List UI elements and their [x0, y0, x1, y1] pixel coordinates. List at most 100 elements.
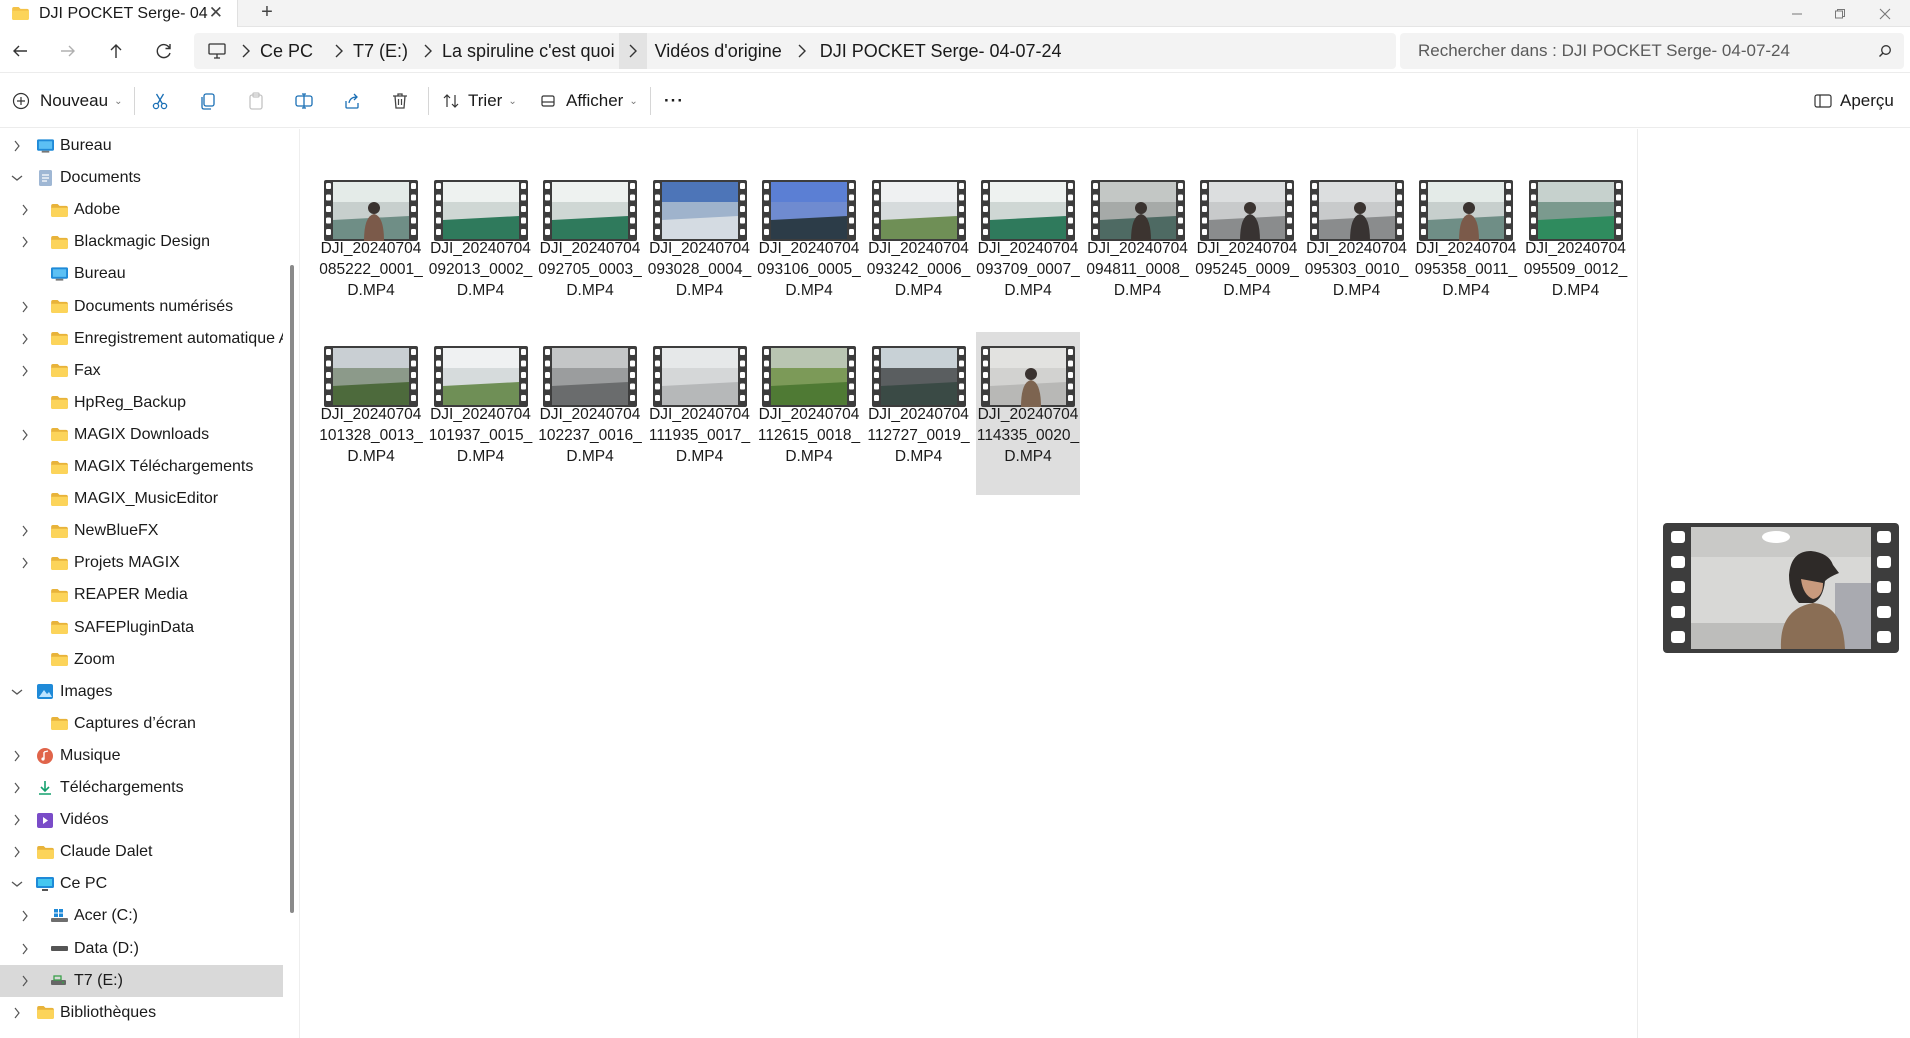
nav-item[interactable]: MAGIX Downloads: [0, 419, 283, 451]
nav-item[interactable]: T7 (E:): [0, 964, 283, 997]
nav-item[interactable]: NewBlueFX: [0, 515, 283, 547]
breadcrumb-videos-origine[interactable]: Vidéos d'origine: [655, 41, 782, 62]
expand-toggle[interactable]: [8, 868, 26, 900]
close-window-button[interactable]: [1862, 0, 1908, 27]
nav-item[interactable]: Documents numérisés: [0, 291, 283, 323]
address-bar[interactable]: Ce PC T7 (E:) La spiruline c'est quoi Vi…: [194, 33, 1396, 69]
file-item[interactable]: DJI_20240704112727_0019_D.MP4: [867, 332, 971, 495]
expand-toggle[interactable]: [16, 483, 34, 515]
nav-item[interactable]: Acer (C:): [0, 900, 283, 932]
expand-toggle[interactable]: [16, 387, 34, 419]
nav-item[interactable]: Musique: [0, 740, 283, 772]
expand-toggle[interactable]: [16, 258, 34, 290]
breadcrumb-separator[interactable]: [325, 33, 353, 69]
nav-item[interactable]: REAPER Media: [0, 579, 283, 611]
expand-toggle[interactable]: [16, 515, 34, 547]
file-item[interactable]: DJI_20240704093709_0007_D.MP4: [976, 166, 1080, 329]
expand-toggle[interactable]: [8, 130, 26, 162]
pc-icon[interactable]: [208, 43, 226, 59]
minimize-button[interactable]: [1774, 0, 1820, 27]
nav-item[interactable]: HpReg_Backup: [0, 387, 283, 419]
nav-item[interactable]: Images: [0, 676, 283, 708]
nav-item[interactable]: Vidéos: [0, 804, 283, 836]
file-item[interactable]: DJI_20240704112615_0018_D.MP4: [757, 332, 861, 495]
delete-button[interactable]: [390, 88, 410, 114]
file-item[interactable]: DJI_20240704114335_0020_D.MP4: [976, 331, 1080, 495]
file-item[interactable]: DJI_20240704085222_0001_D.MP4: [319, 166, 423, 329]
expand-toggle[interactable]: [16, 194, 34, 226]
file-item[interactable]: DJI_20240704092013_0002_D.MP4: [429, 166, 533, 329]
expand-toggle[interactable]: [8, 740, 26, 772]
file-item[interactable]: DJI_20240704095509_0012_D.MP4: [1524, 166, 1628, 329]
expand-toggle[interactable]: [16, 644, 34, 676]
nav-item[interactable]: Téléchargements: [0, 772, 283, 804]
preview-divider[interactable]: [1637, 129, 1638, 1038]
file-item[interactable]: DJI_20240704092705_0003_D.MP4: [538, 166, 642, 329]
expand-toggle[interactable]: [16, 933, 34, 965]
expand-toggle[interactable]: [16, 226, 34, 258]
expand-toggle[interactable]: [16, 419, 34, 451]
nav-item[interactable]: Zoom: [0, 644, 283, 676]
preview-pane-button[interactable]: Aperçu: [1814, 88, 1894, 114]
file-item[interactable]: DJI_20240704093242_0006_D.MP4: [867, 166, 971, 329]
file-item[interactable]: DJI_20240704094811_0008_D.MP4: [1086, 166, 1190, 329]
expand-toggle[interactable]: [8, 804, 26, 836]
expand-toggle[interactable]: [8, 162, 26, 194]
expand-toggle[interactable]: [16, 965, 34, 997]
new-tab-button[interactable]: +: [254, 0, 280, 27]
file-item[interactable]: DJI_20240704101328_0013_D.MP4: [319, 332, 423, 495]
tab-current[interactable]: DJI POCKET Serge- 04 ✕: [0, 0, 238, 27]
breadcrumb-separator[interactable]: [232, 33, 260, 69]
new-button[interactable]: Nouveau ⌄: [12, 88, 122, 114]
expand-toggle[interactable]: [16, 612, 34, 644]
file-item[interactable]: DJI_20240704095358_0011_D.MP4: [1414, 166, 1518, 329]
nav-item[interactable]: Data (D:): [0, 933, 283, 965]
expand-toggle[interactable]: [16, 323, 34, 355]
file-item[interactable]: DJI_20240704093106_0005_D.MP4: [757, 166, 861, 329]
expand-toggle[interactable]: [8, 676, 26, 708]
file-item[interactable]: DJI_20240704095245_0009_D.MP4: [1195, 166, 1299, 329]
file-item[interactable]: DJI_20240704095303_0010_D.MP4: [1305, 166, 1409, 329]
nav-item[interactable]: Ce PC: [0, 868, 283, 900]
expand-toggle[interactable]: [16, 547, 34, 579]
nav-item[interactable]: Documents: [0, 162, 283, 194]
expand-toggle[interactable]: [16, 900, 34, 932]
view-button[interactable]: Afficher ⌄: [540, 88, 638, 114]
nav-item[interactable]: Fax: [0, 355, 283, 387]
search-icon[interactable]: [1878, 44, 1892, 58]
up-button[interactable]: [104, 39, 128, 63]
expand-toggle[interactable]: [16, 355, 34, 387]
navigation-scrollbar[interactable]: [290, 265, 294, 913]
search-input[interactable]: [1418, 33, 1858, 69]
nav-item[interactable]: Bibliothèques: [0, 997, 283, 1029]
forward-button[interactable]: [56, 39, 80, 63]
nav-item[interactable]: MAGIX_MusicEditor: [0, 483, 283, 515]
expand-toggle[interactable]: [8, 997, 26, 1029]
nav-item[interactable]: Bureau: [0, 258, 283, 290]
breadcrumb-separator[interactable]: [414, 33, 442, 69]
cut-button[interactable]: [150, 88, 170, 114]
breadcrumb-current-folder[interactable]: DJI POCKET Serge- 04-07-24: [820, 41, 1062, 62]
file-item[interactable]: DJI_20240704102237_0016_D.MP4: [538, 332, 642, 495]
breadcrumb-spiruline[interactable]: La spiruline c'est quoi: [442, 41, 615, 62]
breadcrumb-separator[interactable]: [788, 33, 816, 69]
file-item[interactable]: DJI_20240704093028_0004_D.MP4: [648, 166, 752, 329]
refresh-button[interactable]: [152, 39, 176, 63]
nav-item[interactable]: Adobe: [0, 194, 283, 226]
breadcrumb-t7[interactable]: T7 (E:): [353, 41, 408, 62]
more-options-button[interactable]: ···: [664, 88, 684, 114]
paste-button[interactable]: [246, 88, 266, 114]
nav-item[interactable]: Blackmagic Design: [0, 226, 283, 258]
restore-button[interactable]: [1817, 0, 1863, 27]
expand-toggle[interactable]: [8, 836, 26, 868]
nav-item[interactable]: Enregistrement automatique Ad: [0, 323, 283, 355]
expand-toggle[interactable]: [16, 451, 34, 483]
file-item[interactable]: DJI_20240704101937_0015_D.MP4: [429, 332, 533, 495]
nav-item[interactable]: MAGIX Téléchargements: [0, 451, 283, 483]
nav-item[interactable]: Bureau: [0, 130, 283, 162]
nav-item[interactable]: SAFEPluginData: [0, 612, 283, 644]
nav-item[interactable]: Projets MAGIX: [0, 547, 283, 579]
close-tab-button[interactable]: ✕: [209, 3, 223, 23]
expand-toggle[interactable]: [16, 579, 34, 611]
copy-button[interactable]: [198, 88, 218, 114]
